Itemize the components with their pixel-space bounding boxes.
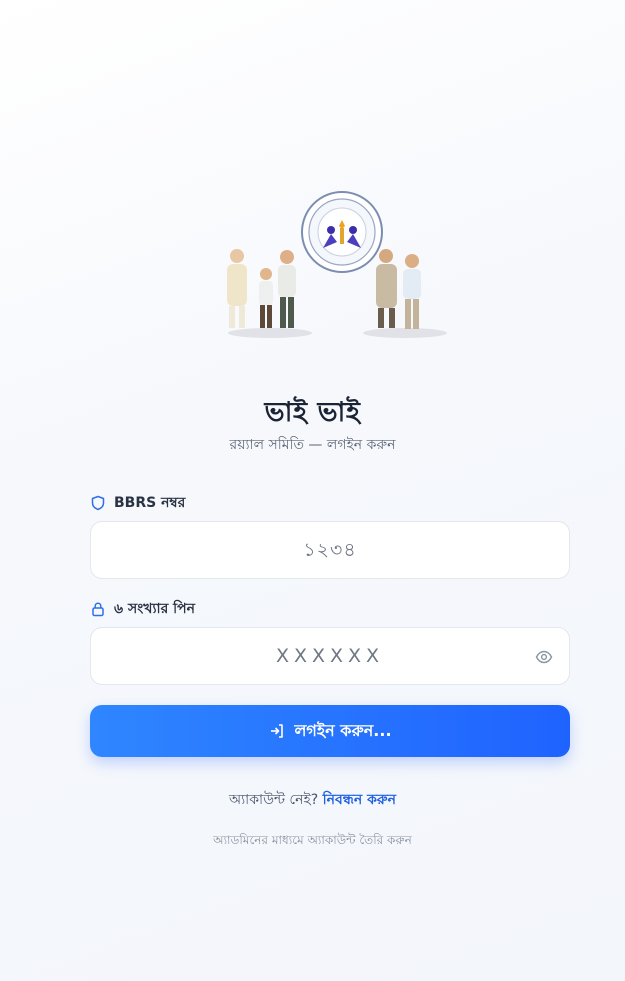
pin-label: ৬ সংখ্যার পিন [90,599,195,619]
hero-illustration [215,186,455,346]
login-button-label: লগইন করুন... [294,720,392,740]
pin-field-box [90,627,570,685]
lock-icon [90,601,106,617]
bbrs-field-box [90,521,570,579]
login-arrow-icon [268,722,286,740]
admin-note: অ্যাডমিনের মাধ্যমে অ্যাকাউন্ট তৈরি করুন [213,833,412,847]
bbrs-label: BBRS নম্বর [90,493,185,513]
eye-icon[interactable] [535,648,553,666]
login-page: ভাই ভাই রয়্যাল সমিতি — লগইন করুন BBRS ন… [0,0,625,981]
register-link[interactable]: নিবন্ধন করুন [323,792,396,808]
register-prompt: অ্যাকাউন্ট নেই? [228,792,319,808]
page-subtitle: রয়্যাল সমিতি — লগইন করুন [229,437,396,453]
logo-emblem [227,191,447,338]
pin-label-text: ৬ সংখ্যার পিন [114,601,196,617]
bbrs-label-text: BBRS নম্বর [114,495,186,511]
register-line: অ্যাকাউন্ট নেই? নিবন্ধন করুন [0,788,625,812]
page-title: ভাই ভাই [264,397,361,428]
login-button[interactable]: লগইন করুন... [90,705,570,757]
bbrs-input[interactable] [91,522,569,578]
pin-input[interactable] [91,628,569,684]
shield-icon [90,495,106,511]
